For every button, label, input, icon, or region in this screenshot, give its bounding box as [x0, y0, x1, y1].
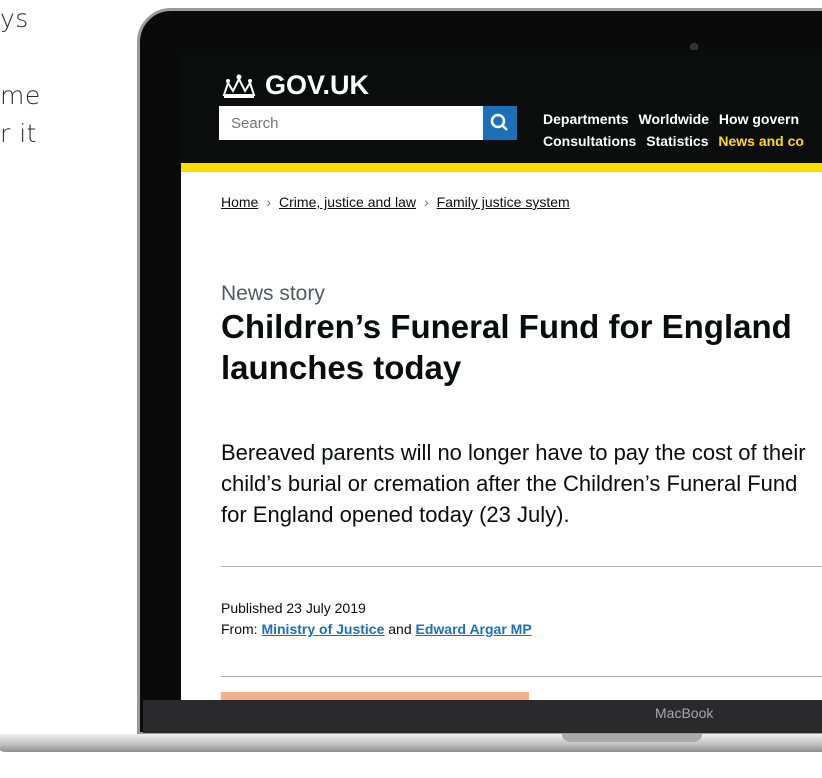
search-button[interactable] [483, 106, 517, 140]
search-box [219, 106, 493, 140]
screen-chin: MacBook [143, 700, 822, 733]
and-text: and [388, 621, 412, 637]
publication-metadata: Published 23 July 2019 From: Ministry of… [221, 598, 532, 640]
featured-image [221, 692, 529, 700]
background-text-line-1: ys [0, 4, 29, 33]
content-type-label: News story [221, 282, 325, 305]
breadcrumb-home[interactable]: Home [221, 194, 258, 210]
breadcrumb: Home › Crime, justice and law › Family justi… [221, 194, 570, 210]
brand-name: GOV.UK [265, 70, 370, 100]
lead-paragraph: Bereaved parents will no longer have to … [221, 440, 806, 527]
from-line: From: Ministry of Justice and Edward Arg… [221, 619, 532, 640]
crown-icon [222, 74, 256, 98]
nav-news-and-communications[interactable]: News and co [718, 133, 804, 149]
laptop-notch [562, 734, 702, 742]
nav-statistics[interactable]: Statistics [646, 133, 708, 149]
govuk-logo[interactable]: GOV.UK [221, 70, 369, 101]
chevron-right-icon: › [266, 194, 272, 210]
from-label: From: [221, 621, 258, 637]
chevron-right-icon: › [423, 194, 429, 210]
background-text-line-2: me [0, 81, 41, 110]
nav-row-2: Consultations Statistics News and co [543, 130, 810, 152]
top-navigation: Departments Worldwide How govern Consult… [543, 108, 810, 152]
nav-worldwide[interactable]: Worldwide [638, 111, 709, 127]
browser-screen: GOV.UK Departments Worldwide How govern [181, 50, 822, 700]
nav-departments[interactable]: Departments [543, 111, 629, 127]
page-title: Children’s Funeral Fund for England laun… [221, 308, 792, 386]
breadcrumb-crime-justice-law[interactable]: Crime, justice and law [279, 194, 416, 210]
govuk-header: GOV.UK Departments Worldwide How govern [181, 50, 822, 163]
ministry-of-justice-link[interactable]: Ministry of Justice [261, 621, 384, 637]
divider [221, 566, 822, 567]
search-icon [490, 113, 508, 131]
device-label: MacBook [655, 705, 714, 721]
published-date: Published 23 July 2019 [221, 600, 366, 616]
divider [221, 676, 822, 677]
nav-row-1: Departments Worldwide How govern [543, 108, 810, 130]
background-text-line-3: r it [0, 119, 37, 148]
breadcrumb-family-justice-system[interactable]: Family justice system [437, 194, 570, 210]
nav-consultations[interactable]: Consultations [543, 133, 636, 149]
header-accent-bar [181, 163, 822, 172]
edward-argar-link[interactable]: Edward Argar MP [416, 621, 532, 637]
macbook-device: GOV.UK Departments Worldwide How govern [0, 8, 822, 770]
search-input[interactable] [219, 106, 493, 140]
nav-how-government-works[interactable]: How govern [719, 111, 799, 127]
